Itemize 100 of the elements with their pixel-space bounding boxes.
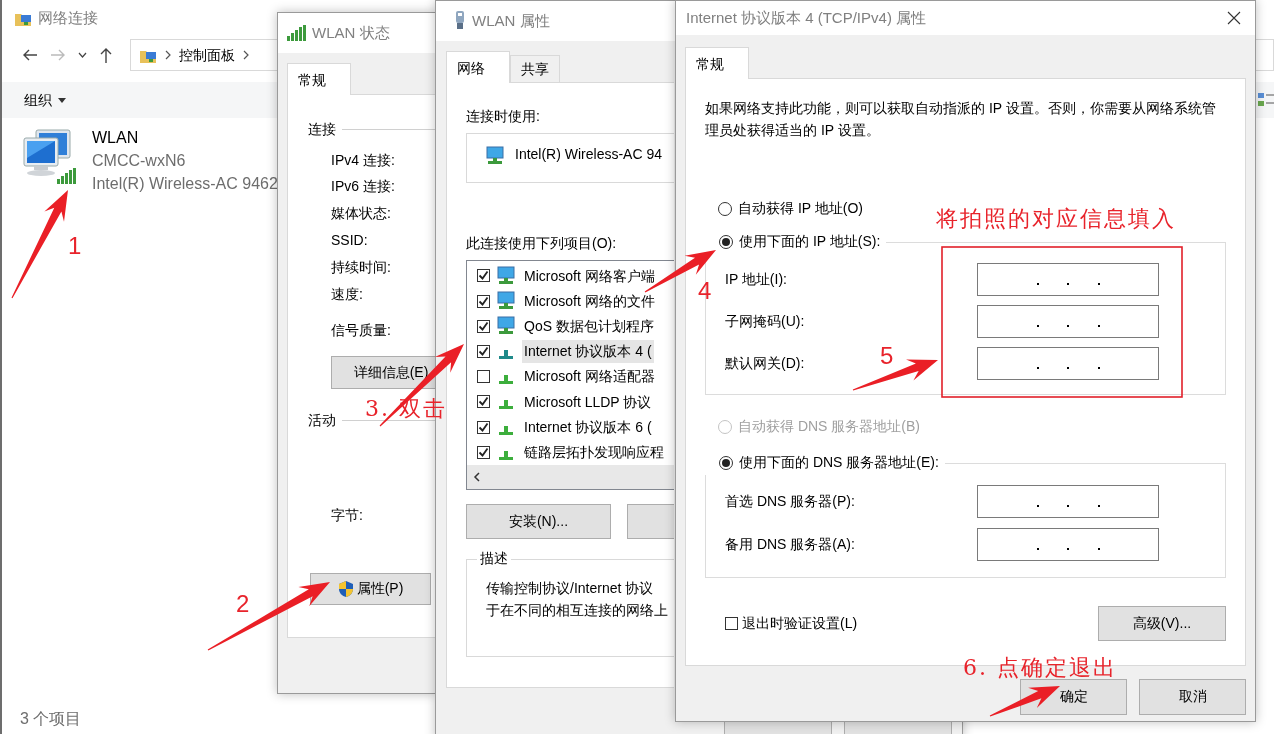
arrow bbox=[989, 686, 1060, 717]
view-icon[interactable] bbox=[1258, 91, 1274, 109]
radio-button[interactable] bbox=[719, 234, 733, 249]
intro-text: 如果网络支持此功能，则可以获取自动指派的 IP 设置。否则，你需要从网络系统管理员处获得适当的 IP 设置。 bbox=[705, 98, 1217, 140]
network-client-icon bbox=[496, 316, 516, 337]
ip-address-field[interactable] bbox=[977, 347, 1159, 381]
signal-icon bbox=[286, 25, 306, 41]
network-adapter-icon bbox=[485, 145, 505, 166]
checkbox[interactable] bbox=[477, 294, 490, 308]
cancel-button[interactable]: 取消 bbox=[1139, 678, 1246, 715]
field-label: 备用 DNS 服务器(A): bbox=[725, 536, 855, 554]
field-label: 持续时间: bbox=[331, 258, 392, 276]
item-name[interactable]: WLAN bbox=[92, 128, 278, 148]
field-label: 连接时使用: bbox=[466, 107, 541, 125]
protocol-icon bbox=[499, 450, 513, 460]
checkbox[interactable] bbox=[477, 395, 490, 409]
window-title: WLAN 状态 bbox=[312, 24, 390, 42]
protocol-icon bbox=[499, 400, 513, 410]
list-item[interactable]: Microsoft 网络适配器 bbox=[522, 365, 657, 389]
list-item[interactable]: QoS 数据包计划程序 bbox=[522, 314, 656, 338]
ip-address-field[interactable] bbox=[977, 485, 1159, 519]
field-label: 速度: bbox=[331, 285, 364, 303]
field-label: IPv6 连接: bbox=[331, 178, 396, 196]
network-name: CMCC-wxN6 bbox=[92, 151, 187, 171]
radio-label[interactable]: 使用下面的 IP 地址(S): bbox=[739, 233, 881, 251]
list-item[interactable]: Internet 协议版本 6 ( bbox=[522, 415, 654, 439]
annotation-text: 将拍照的对应信息填入 bbox=[936, 208, 1176, 230]
advanced-button[interactable]: 高级(V)... bbox=[1098, 605, 1226, 641]
shield-icon bbox=[337, 579, 354, 598]
network-client-icon bbox=[496, 291, 516, 312]
radio-label: 自动获得 DNS 服务器地址(B) bbox=[738, 418, 920, 436]
checkbox[interactable] bbox=[477, 445, 490, 459]
field-label: 媒体状态: bbox=[331, 205, 392, 222]
network-client-icon bbox=[496, 266, 516, 286]
caret-icon[interactable] bbox=[58, 97, 66, 103]
close-icon[interactable] bbox=[1227, 11, 1241, 25]
radio-label[interactable]: 自动获得 IP 地址(O) bbox=[738, 200, 863, 218]
dropdown-icon[interactable] bbox=[77, 52, 87, 58]
chevron-icon bbox=[165, 50, 171, 60]
description-text: 于在不同的相互连接的网络上 bbox=[486, 601, 669, 621]
window-title: 网络连接 bbox=[38, 9, 98, 27]
up-icon[interactable] bbox=[99, 47, 113, 63]
field-label: IPv4 连接: bbox=[331, 151, 396, 169]
field-label: 默认网关(D): bbox=[725, 355, 805, 373]
window-title: WLAN 属性 bbox=[472, 12, 550, 30]
organize-menu[interactable]: 组织 bbox=[24, 91, 52, 109]
network-adapter-icon bbox=[454, 11, 466, 31]
group-heading: 活动 bbox=[308, 412, 336, 429]
field-label: 此连接使用下列项目(O): bbox=[466, 234, 618, 252]
field-label: SSID: bbox=[331, 232, 369, 249]
tab[interactable]: 常规 bbox=[685, 47, 749, 79]
status-bar-text: 3 个项目 bbox=[19, 708, 82, 729]
protocol-icon bbox=[499, 375, 513, 385]
tab[interactable]: 网络 bbox=[446, 51, 510, 83]
annotation-text: 5 bbox=[880, 344, 894, 368]
checkbox[interactable] bbox=[477, 420, 490, 434]
protocol-icon bbox=[499, 425, 513, 435]
checkbox[interactable] bbox=[725, 616, 738, 630]
tab[interactable]: 常规 bbox=[287, 63, 351, 95]
checkbox-label[interactable]: 退出时验证设置(L) bbox=[742, 614, 858, 632]
field-label: 信号质量: bbox=[330, 322, 392, 340]
group-heading: 连接 bbox=[308, 120, 336, 138]
checkbox[interactable] bbox=[477, 370, 490, 384]
properties-button[interactable]: 属性(P) bbox=[310, 572, 431, 605]
window-title: Internet 协议版本 4 (TCP/IPv4) 属性 bbox=[686, 9, 927, 27]
chevron-icon bbox=[243, 50, 249, 60]
radio-button[interactable] bbox=[719, 455, 733, 470]
ip-address-field[interactable] bbox=[977, 305, 1159, 339]
adapter-field: Intel(R) Wireless-AC 94 bbox=[466, 132, 674, 183]
tab[interactable]: 共享 bbox=[510, 55, 560, 82]
list-item[interactable]: Microsoft 网络客户端 bbox=[522, 264, 657, 288]
list-item[interactable]: Microsoft 网络的文件 bbox=[522, 289, 657, 313]
checkbox[interactable] bbox=[477, 269, 490, 283]
breadcrumb-item[interactable]: 控制面板 bbox=[179, 46, 235, 64]
checkbox[interactable] bbox=[477, 345, 490, 359]
annotation-text: 4 bbox=[698, 279, 712, 303]
description-text: 传输控制协议/Internet 协议 bbox=[486, 579, 655, 599]
scroll-left-icon[interactable] bbox=[473, 472, 480, 483]
checkbox[interactable] bbox=[477, 319, 490, 333]
radio-button[interactable] bbox=[718, 201, 732, 216]
ip-address-field[interactable] bbox=[977, 528, 1159, 562]
horizontal-scrollbar[interactable] bbox=[467, 465, 674, 490]
protocol-icon bbox=[499, 350, 513, 360]
list-item[interactable]: 链路层拓扑发现响应程 bbox=[522, 440, 666, 464]
annotation-text: 2 bbox=[236, 592, 250, 616]
field-label: 子网掩码(U): bbox=[725, 313, 805, 331]
group-heading: 描述 bbox=[477, 550, 511, 568]
field-label: IP 地址(I): bbox=[725, 271, 787, 289]
details-button[interactable]: 详细信息(E) bbox=[331, 356, 435, 390]
field-label: 字节: bbox=[330, 506, 364, 524]
radio-label[interactable]: 使用下面的 DNS 服务器地址(E): bbox=[739, 454, 939, 472]
field-label: 首选 DNS 服务器(P): bbox=[725, 493, 855, 511]
ok-button[interactable]: 确定 bbox=[1020, 678, 1127, 715]
ip-address-field[interactable] bbox=[977, 263, 1159, 297]
list-item[interactable]: Microsoft LLDP 协议 bbox=[522, 390, 654, 414]
annotation-text: 6. 点确定退出 bbox=[963, 657, 1117, 679]
list-item[interactable]: Internet 协议版本 4 ( bbox=[522, 340, 654, 363]
annotation-text: 1 bbox=[68, 234, 82, 258]
install-button[interactable]: 安装(N)... bbox=[466, 504, 611, 540]
back-icon[interactable] bbox=[22, 48, 38, 62]
